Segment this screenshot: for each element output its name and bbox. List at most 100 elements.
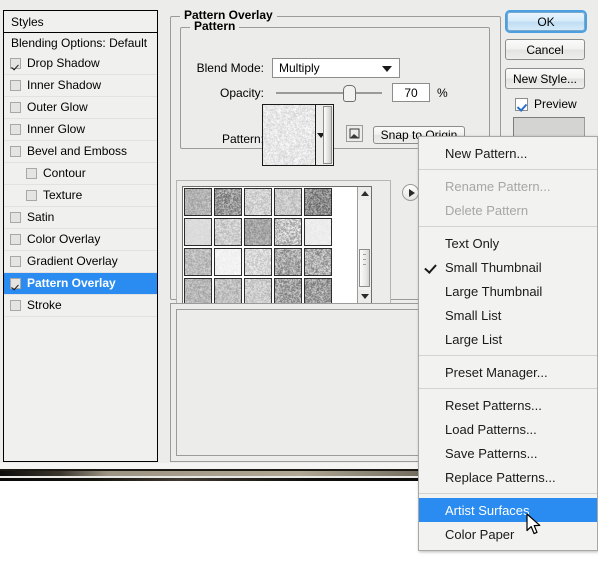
opacity-slider-thumb[interactable]	[342, 84, 356, 102]
scroll-up-button[interactable]	[358, 187, 371, 200]
styles-item-label: Stroke	[27, 298, 62, 312]
pattern-swatch[interactable]	[184, 218, 212, 246]
styles-effect-list[interactable]: Drop Shadow Inner Shadow Outer Glow Inner G…	[3, 53, 158, 462]
styles-panel-header: Styles	[3, 10, 158, 32]
checkbox[interactable]	[10, 146, 21, 157]
styles-item-stroke[interactable]: Stroke	[4, 295, 157, 317]
styles-item-texture[interactable]: Texture	[4, 185, 157, 207]
pattern-picker-swatch-area[interactable]	[182, 186, 372, 304]
menu-item-artist-surfaces[interactable]: Artist Surfaces	[419, 498, 597, 522]
arrow-cursor-icon	[526, 513, 541, 535]
pattern-swatch[interactable]	[304, 218, 332, 246]
chevron-down-icon	[382, 66, 392, 72]
styles-item-inner-shadow[interactable]: Inner Shadow	[4, 75, 157, 97]
ok-button-label: OK	[537, 14, 555, 29]
menu-item-small-thumbnail[interactable]: Small Thumbnail	[419, 255, 597, 279]
styles-item-satin[interactable]: Satin	[4, 207, 157, 229]
checkbox[interactable]	[10, 278, 21, 289]
styles-item-inner-glow[interactable]: Inner Glow	[4, 119, 157, 141]
scrollbar-thumb[interactable]	[359, 249, 370, 287]
menu-item-color-paper[interactable]: Color Paper	[419, 522, 597, 546]
menu-item-replace-patterns[interactable]: Replace Patterns...	[419, 465, 597, 489]
checkbox[interactable]	[10, 124, 21, 135]
styles-item-label: Inner Shadow	[27, 78, 102, 92]
pattern-swatch[interactable]	[244, 218, 272, 246]
styles-item-bevel-and-emboss[interactable]: Bevel and Emboss	[4, 141, 157, 163]
new-preset-from-pattern-button[interactable]	[346, 125, 363, 142]
styles-item-drop-shadow[interactable]: Drop Shadow	[4, 53, 157, 75]
chevron-down-icon	[360, 294, 369, 299]
pattern-picker-scrollbar[interactable]	[357, 187, 371, 303]
styles-item-label: Gradient Overlay	[27, 254, 118, 268]
pattern-swatch[interactable]	[274, 248, 302, 276]
checkbox[interactable]	[10, 256, 21, 267]
menu-item-label: Color Paper	[445, 526, 515, 542]
pattern-swatch[interactable]	[274, 218, 302, 246]
new-preset-icon	[349, 128, 360, 139]
pattern-swatch[interactable]	[304, 278, 332, 303]
blend-mode-label: Blend Mode:	[196, 61, 264, 75]
styles-item-label: Bevel and Emboss	[27, 144, 128, 158]
pattern-swatch[interactable]	[244, 278, 272, 303]
chevron-up-icon	[360, 191, 369, 196]
opacity-input[interactable]: 70	[392, 83, 430, 102]
opacity-row: Opacity: 70 %	[186, 83, 496, 102]
pattern-picker-flyout-menu-button[interactable]	[402, 184, 419, 201]
menu-item-preset-manager[interactable]: Preset Manager...	[419, 360, 597, 384]
checkbox[interactable]	[10, 102, 21, 113]
menu-item-large-thumbnail[interactable]: Large Thumbnail	[419, 279, 597, 303]
menu-item-label: Large List	[445, 331, 503, 347]
menu-item-small-list[interactable]: Small List	[419, 303, 597, 327]
checkbox[interactable]	[10, 234, 21, 245]
pattern-swatch[interactable]	[214, 248, 242, 276]
menu-separator	[419, 388, 597, 389]
pattern-swatch[interactable]	[304, 248, 332, 276]
pattern-swatch[interactable]	[304, 188, 332, 216]
pattern-swatch[interactable]	[184, 248, 212, 276]
checkbox[interactable]	[10, 58, 21, 69]
pattern-group-title: Pattern	[190, 20, 240, 32]
styles-item-contour[interactable]: Contour	[4, 163, 157, 185]
pattern-swatch[interactable]	[214, 188, 242, 216]
blending-options-row[interactable]: Blending Options: Default	[3, 32, 158, 54]
checkbox[interactable]	[26, 190, 37, 201]
styles-item-pattern-overlay[interactable]: Pattern Overlay	[4, 273, 157, 295]
styles-item-gradient-overlay[interactable]: Gradient Overlay	[4, 251, 157, 273]
checkbox[interactable]	[10, 212, 21, 223]
menu-item-label: Reset Patterns...	[445, 397, 542, 413]
menu-item-save-patterns[interactable]: Save Patterns...	[419, 441, 597, 465]
blend-mode-select[interactable]: Multiply	[272, 58, 400, 78]
pattern-swatch-well[interactable]	[262, 104, 334, 166]
pattern-swatch[interactable]	[244, 248, 272, 276]
checkbox[interactable]	[26, 168, 37, 179]
preview-checkbox-row[interactable]: Preview	[515, 97, 593, 111]
checkbox[interactable]	[10, 80, 21, 91]
pattern-swatch-grid[interactable]	[183, 187, 358, 303]
pattern-swatch[interactable]	[274, 278, 302, 303]
pattern-swatch[interactable]	[214, 278, 242, 303]
styles-item-outer-glow[interactable]: Outer Glow	[4, 97, 157, 119]
pattern-picker-context-menu[interactable]: New Pattern... Rename Pattern... Delete Pa…	[418, 136, 598, 551]
menu-item-large-list[interactable]: Large List	[419, 327, 597, 351]
pattern-swatch[interactable]	[274, 188, 302, 216]
menu-item-text-only[interactable]: Text Only	[419, 231, 597, 255]
menu-item-load-patterns[interactable]: Load Patterns...	[419, 417, 597, 441]
opacity-slider[interactable]	[276, 84, 382, 102]
pattern-swatch[interactable]	[244, 188, 272, 216]
pattern-dropdown-button[interactable]	[315, 105, 333, 165]
pattern-swatch[interactable]	[184, 278, 212, 303]
menu-item-new-pattern[interactable]: New Pattern...	[419, 141, 597, 165]
menu-item-reset-patterns[interactable]: Reset Patterns...	[419, 393, 597, 417]
preview-checkbox[interactable]	[515, 97, 528, 111]
styles-item-label: Texture	[43, 188, 83, 202]
pattern-swatch[interactable]	[214, 218, 242, 246]
scroll-down-button[interactable]	[358, 290, 371, 303]
new-style-button[interactable]: New Style...	[505, 68, 585, 89]
pattern-dropdown-grip	[323, 106, 332, 164]
cancel-button[interactable]: Cancel	[505, 39, 585, 60]
menu-item-label: Save Patterns...	[445, 445, 538, 461]
styles-item-color-overlay[interactable]: Color Overlay	[4, 229, 157, 251]
checkbox[interactable]	[10, 300, 21, 311]
ok-button[interactable]: OK	[507, 12, 585, 31]
pattern-swatch[interactable]	[184, 188, 212, 216]
